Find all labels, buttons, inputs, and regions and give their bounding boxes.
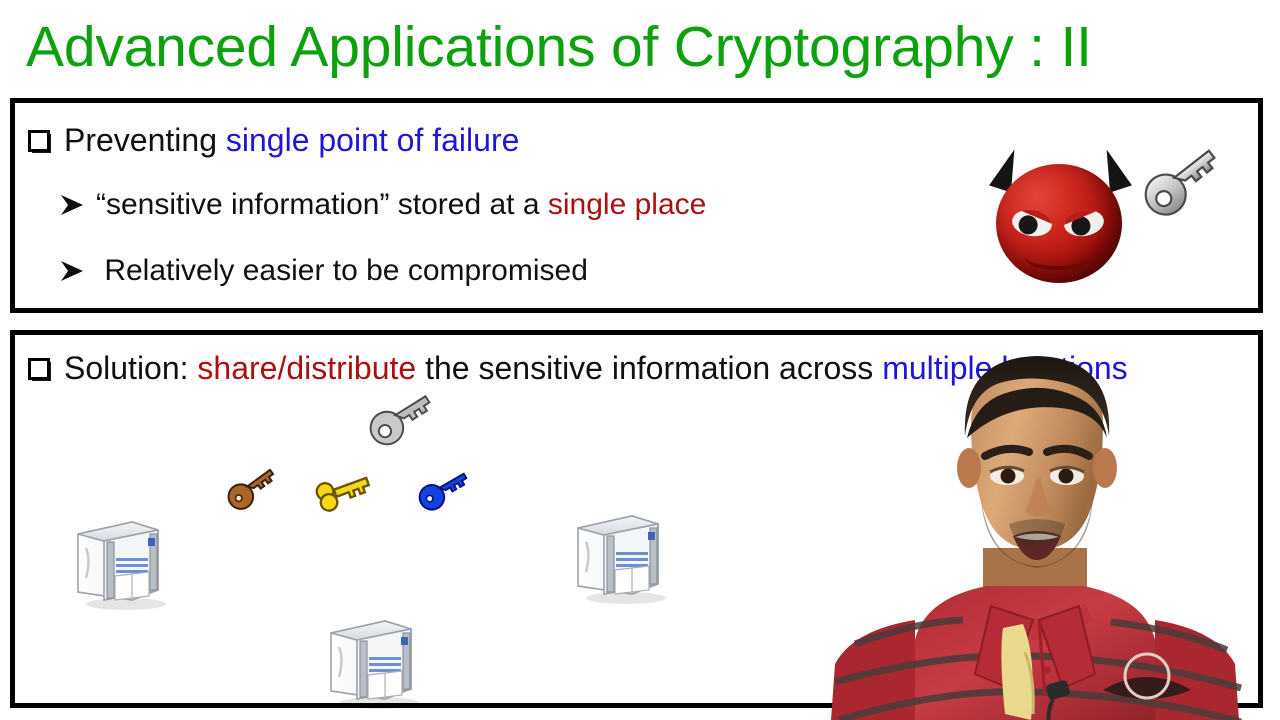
devil-face [996,164,1122,283]
bullet-text-preventing: Preventing [64,122,226,158]
devil-emoji-icon [989,145,1132,283]
sub-bullet-text-relatively: Relatively easier to be compromised [96,254,588,287]
sub-bullet-sensitive-information: “sensitive information” stored at a sing… [58,188,706,222]
slide-canvas: Advanced Applications of Cryptography : … [0,0,1280,720]
arrow-bullet-icon [58,259,86,283]
bullet-preventing-single-point-of-failure: Preventing single point of failure [28,122,519,159]
page-title: Advanced Applications of Cryptography : … [26,15,1092,79]
server-icon [327,607,422,712]
presenter-video-overlay [795,352,1280,720]
server-icon [574,502,669,607]
server-icon [74,508,169,613]
square-bullet-icon [28,130,51,153]
bullet-text-solution: Solution: [64,350,198,386]
devil-eye-right [1062,207,1106,239]
square-bullet-icon [28,358,51,381]
devil-mouth [1024,240,1090,270]
arrow-bullet-icon [58,193,86,217]
devil-eye-left [1010,207,1054,239]
sub-bullet-relatively-easier: Relatively easier to be compromised [58,254,588,288]
bullet-text-single-point-of-failure: single point of failure [225,122,520,158]
sub-bullet-text-sensitive: “sensitive information” stored at a [96,188,548,221]
sub-bullet-text-single-place: single place [547,188,707,221]
bullet-text-share-distribute: share/distribute [197,350,417,386]
